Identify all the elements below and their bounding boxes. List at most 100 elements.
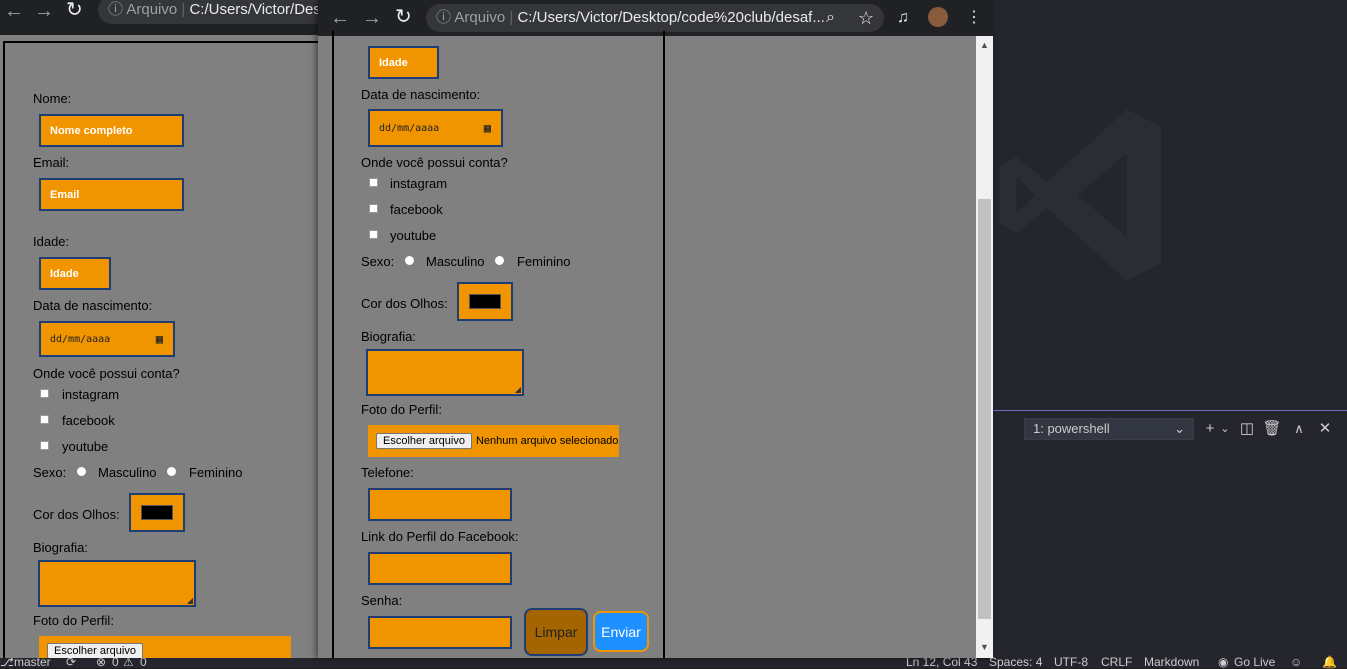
profile-avatar[interactable]: [928, 7, 948, 27]
email-input[interactable]: Email: [39, 178, 184, 211]
nascimento-date-input[interactable]: dd/mm/aaaa ▦: [368, 109, 503, 147]
back-arrow-icon[interactable]: ←: [4, 1, 24, 21]
encoding-setting[interactable]: UTF-8: [1054, 655, 1088, 669]
back-arrow-icon[interactable]: ←: [330, 8, 350, 28]
omnibox-label: Arquivo: [126, 1, 178, 18]
resize-grip-icon[interactable]: ◢: [187, 596, 193, 605]
instagram-checkbox[interactable]: [369, 178, 378, 187]
scroll-up-arrow-icon[interactable]: ▲: [980, 40, 989, 50]
broadcast-icon[interactable]: ◉: [1218, 655, 1228, 669]
chevron-down-icon[interactable]: ⌄: [1215, 419, 1235, 439]
url-text: C:/Users/Victor/Des: [189, 1, 320, 18]
idade-placeholder: Idade: [50, 267, 79, 280]
conta-label: Onde você possui conta?: [33, 366, 180, 381]
senha-input[interactable]: [368, 616, 512, 649]
facebook-label: facebook: [62, 413, 115, 428]
calendar-icon[interactable]: ▦: [156, 332, 163, 346]
youtube-checkbox[interactable]: [40, 441, 49, 450]
bio-label: Biografia:: [361, 329, 416, 344]
calendar-icon[interactable]: ▦: [484, 121, 491, 135]
nome-input[interactable]: Nome completo: [39, 114, 184, 147]
terminal-panel: [993, 410, 1347, 658]
url-text: C:/Users/Victor/Desktop/code%20club/desa…: [517, 9, 825, 26]
close-panel-icon[interactable]: ✕: [1315, 419, 1335, 439]
file-status-text: Nenhum arquivo selecionado: [475, 435, 619, 447]
bio-textarea[interactable]: ◢: [366, 349, 524, 396]
info-icon: ⓘ: [436, 9, 452, 26]
masculino-label: Masculino: [426, 254, 485, 269]
date-placeholder: dd/mm/aaaa: [50, 333, 111, 345]
maximize-panel-chevron-up-icon[interactable]: ∧: [1289, 419, 1309, 439]
limpar-label: Limpar: [534, 624, 578, 640]
telefone-input[interactable]: [368, 488, 512, 521]
nascimento-date-input[interactable]: dd/mm/aaaa ▦: [39, 321, 175, 357]
facebook-checkbox[interactable]: [40, 415, 49, 424]
feminino-radio[interactable]: [167, 467, 176, 476]
choose-file-button[interactable]: Escolher arquivo: [376, 433, 472, 449]
forward-arrow-icon[interactable]: →: [34, 1, 54, 21]
youtube-label: youtube: [62, 439, 109, 454]
feminino-radio[interactable]: [495, 256, 504, 265]
idade-input[interactable]: Idade: [368, 46, 439, 79]
vscode-logo-icon: [999, 109, 1161, 281]
bookmark-star-icon[interactable]: ☆: [858, 8, 874, 28]
choose-file-button[interactable]: Escolher arquivo: [47, 643, 143, 658]
split-terminal-icon[interactable]: ◫: [1237, 419, 1257, 439]
instagram-label: instagram: [62, 387, 120, 402]
facebook-link-input[interactable]: [368, 552, 512, 585]
reload-icon[interactable]: ↻: [395, 7, 412, 27]
masculino-radio[interactable]: [405, 256, 414, 265]
sexo-label: Sexo:: [361, 254, 395, 269]
color-swatch: [141, 505, 173, 520]
address-bar[interactable]: ⓘ Arquivo | C:/Users/Victor/Des: [98, 0, 320, 24]
idade-label: Idade:: [33, 234, 70, 249]
olhos-color-picker[interactable]: [457, 282, 513, 321]
nome-label: Nome:: [33, 91, 72, 106]
conta-label: Onde você possui conta?: [361, 155, 508, 170]
enviar-label: Enviar: [601, 623, 641, 640]
olhos-label: Cor dos Olhos:: [33, 507, 120, 522]
youtube-checkbox[interactable]: [369, 230, 378, 239]
address-bar[interactable]: ⓘ Arquivo | C:/Users/Victor/Desktop/code…: [426, 4, 884, 32]
browser-window-front: ← → ↻ ⓘ Arquivo | C:/Users/Victor/Deskto…: [318, 0, 993, 658]
email-label: Email:: [33, 155, 70, 170]
eol-setting[interactable]: CRLF: [1101, 655, 1132, 669]
scrollbar[interactable]: ▲ ▼: [976, 36, 993, 658]
idade-placeholder: Idade: [379, 56, 408, 69]
zoom-search-icon[interactable]: ⌕: [826, 8, 835, 28]
chevron-down-icon: ⌄: [1174, 421, 1185, 436]
notifications-bell-icon[interactable]: 🔔: [1322, 655, 1337, 669]
nome-placeholder: Nome completo: [50, 124, 133, 137]
instagram-checkbox[interactable]: [40, 389, 49, 398]
foto-file-input[interactable]: Escolher arquivo Nenhum arquivo selecion…: [368, 425, 619, 457]
youtube-label: youtube: [390, 228, 437, 243]
limpar-button[interactable]: Limpar: [524, 608, 588, 656]
scroll-down-arrow-icon[interactable]: ▼: [980, 642, 989, 652]
feminino-label: Feminino: [189, 465, 243, 480]
feminino-label: Feminino: [517, 254, 571, 269]
telefone-label: Telefone:: [361, 465, 414, 480]
go-live-button[interactable]: Go Live: [1234, 655, 1275, 669]
foto-label: Foto do Perfil:: [361, 402, 442, 417]
trash-icon[interactable]: 🗑: [1262, 419, 1282, 439]
idade-input[interactable]: Idade: [39, 257, 111, 290]
olhos-color-picker[interactable]: [129, 493, 185, 532]
resize-grip-icon[interactable]: ◢: [515, 385, 521, 394]
omnibox-label: Arquivo: [454, 9, 506, 26]
foto-file-input[interactable]: Escolher arquivo: [39, 636, 291, 658]
media-control-icon[interactable]: ♫: [897, 8, 909, 28]
color-swatch: [469, 294, 501, 309]
indentation-setting[interactable]: Spaces: 4: [989, 655, 1042, 669]
masculino-radio[interactable]: [77, 467, 86, 476]
info-icon: ⓘ: [108, 1, 124, 18]
scroll-thumb[interactable]: [978, 199, 991, 619]
terminal-selector[interactable]: 1: powershell ⌄: [1024, 418, 1194, 440]
forward-arrow-icon[interactable]: →: [362, 8, 382, 28]
bio-textarea[interactable]: ◢: [38, 560, 196, 607]
facebook-checkbox[interactable]: [369, 204, 378, 213]
feedback-icon[interactable]: ☺: [1290, 655, 1302, 669]
more-menu-icon[interactable]: ⋮: [966, 8, 982, 28]
enviar-button[interactable]: Enviar: [593, 611, 649, 652]
language-mode[interactable]: Markdown: [1144, 655, 1199, 669]
reload-icon[interactable]: ↻: [66, 0, 83, 20]
